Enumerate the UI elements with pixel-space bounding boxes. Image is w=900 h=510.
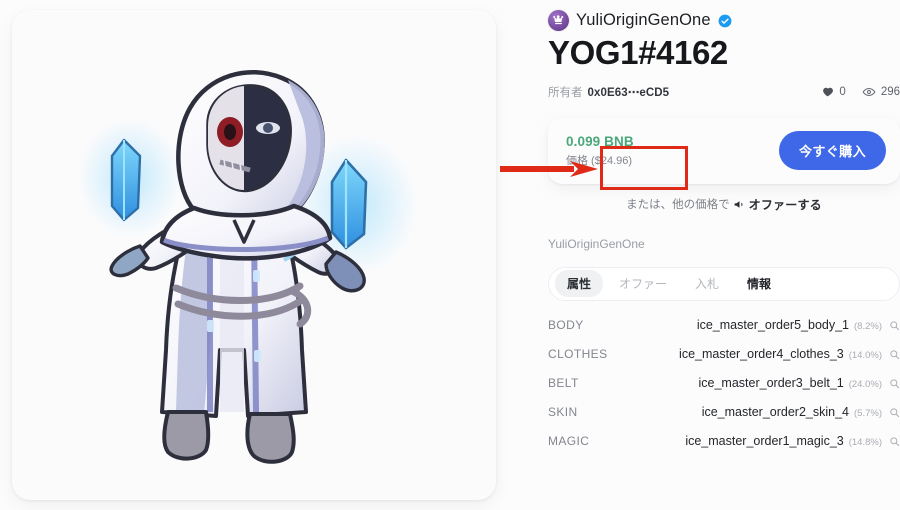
crown-emblem-icon xyxy=(548,10,569,31)
attribute-value: ice_master_order3_belt_1 xyxy=(698,376,844,391)
collection-header[interactable]: YuliOriginGenOne xyxy=(548,10,900,31)
price-block: 0.099 BNB 価格 ($24.96) xyxy=(566,134,634,168)
attribute-value: ice_master_order1_magic_3 xyxy=(685,434,844,449)
attribute-rarity: (24.0%) xyxy=(848,379,882,391)
likes-stat[interactable]: 0 xyxy=(821,85,846,98)
table-row: SKIN ice_master_order2_skin_4 (5.7%) xyxy=(548,398,900,427)
heart-icon xyxy=(823,88,834,97)
search-icon[interactable] xyxy=(889,320,900,331)
tab-bids[interactable]: 入札 xyxy=(683,270,731,297)
tab-attributes[interactable]: 属性 xyxy=(555,270,604,298)
page-title: YOG1#4162 xyxy=(548,34,728,71)
attribute-value: ice_master_order2_skin_4 xyxy=(701,405,850,420)
table-row: MAGIC ice_master_order1_magic_3 (14.8%) xyxy=(548,427,900,456)
views-count: 296 xyxy=(880,85,900,98)
verified-badge-icon xyxy=(718,14,732,27)
attribute-value: ice_master_order5_body_1 xyxy=(696,318,850,333)
attribute-rarity: (14.8%) xyxy=(848,437,882,449)
attribute-rarity: (14.0%) xyxy=(848,350,882,362)
nft-artwork-card[interactable] xyxy=(12,10,496,500)
owner-label: 所有者 xyxy=(548,86,583,99)
price-amount: 0.099 BNB xyxy=(566,133,634,149)
tab-info[interactable]: 情報 xyxy=(735,270,783,297)
search-icon[interactable] xyxy=(889,407,900,418)
table-row: BELT ice_master_order3_belt_1 (24.0%) xyxy=(548,369,900,398)
price-card: 0.099 BNB 価格 ($24.96) 今すぐ購入 xyxy=(548,117,900,184)
nft-details-panel: YuliOriginGenOne YOG1#4162 所有者 0x0E63⋯eC… xyxy=(548,0,900,510)
buy-now-button[interactable]: 今すぐ購入 xyxy=(778,131,886,171)
owner-address[interactable]: 0x0E63⋯eCD5 xyxy=(588,85,670,99)
search-icon[interactable] xyxy=(889,436,900,447)
nft-artwork-image xyxy=(12,10,496,500)
attribute-key: MAGIC xyxy=(548,434,590,449)
attribute-rarity: (8.2%) xyxy=(854,321,882,333)
search-icon[interactable] xyxy=(889,349,900,360)
eye-icon xyxy=(862,87,876,97)
make-offer-link[interactable]: オファーする xyxy=(749,196,822,213)
attribute-rarity: (5.7%) xyxy=(854,408,882,420)
attribute-key: CLOTHES xyxy=(548,347,608,362)
stats-group: 0 296 xyxy=(821,85,900,99)
price-usd: 価格 ($24.96) xyxy=(566,154,633,167)
tab-offers[interactable]: オファー xyxy=(607,270,679,297)
table-row: CLOTHES ice_master_order4_clothes_3 (14.… xyxy=(548,340,900,369)
make-offer-prefix: または、他の価格で xyxy=(626,199,730,212)
megaphone-icon xyxy=(734,201,743,208)
views-stat: 296 xyxy=(862,85,900,99)
attribute-key: BELT xyxy=(548,376,579,391)
attribute-value: ice_master_order4_clothes_3 xyxy=(679,347,844,362)
collection-subtitle: YuliOriginGenOne xyxy=(548,236,645,251)
attributes-list: BODY ice_master_order5_body_1 (8.2%) CLO… xyxy=(548,311,900,456)
table-row: BODY ice_master_order5_body_1 (8.2%) xyxy=(548,311,900,340)
search-icon[interactable] xyxy=(889,378,900,389)
make-offer-row[interactable]: または、他の価格で オファーする xyxy=(548,196,900,213)
attribute-key: SKIN xyxy=(548,405,578,420)
likes-count: 0 xyxy=(839,85,846,98)
owner-row: 所有者 0x0E63⋯eCD5 0 296 xyxy=(548,83,900,101)
detail-tabs: 属性 オファー 入札 情報 xyxy=(548,266,900,301)
collection-name[interactable]: YuliOriginGenOne xyxy=(576,11,711,30)
attribute-key: BODY xyxy=(548,318,584,333)
nft-detail-page: YuliOriginGenOne YOG1#4162 所有者 0x0E63⋯eC… xyxy=(0,0,900,510)
